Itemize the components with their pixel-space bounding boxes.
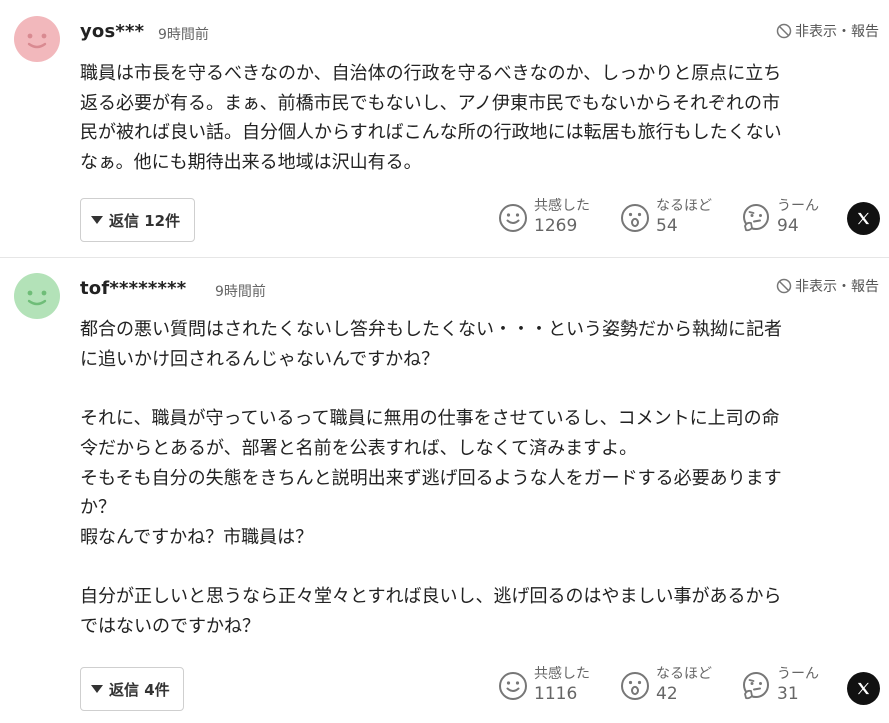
comment-line: ではないのですかね？ (80, 616, 260, 637)
comment-line: 職員は市長を守るべきなのか、自治体の行政を守るべきなのか、しっかりと原点に立ち (80, 63, 782, 84)
timestamp: 9時間前 (158, 27, 209, 43)
share-x-button[interactable] (847, 202, 880, 235)
comment-line: それに、職員が守っているって職員に無用の仕事をさせているし、コメントに上司の命 (80, 408, 780, 430)
comment-line: に追いかけ回されるんじゃないんですかね？ (80, 348, 440, 370)
reaction-insight-button[interactable]: なるほど 54 (620, 197, 712, 237)
hide-report-label: 非表示・報告 (795, 24, 879, 40)
comment-line: なぁ。他にも期待出来る地域は沢山有る。 (80, 152, 422, 174)
thinking-face-icon (743, 204, 769, 232)
surprised-face-icon (621, 672, 649, 700)
comment-paragraph: 自分が正しいと思うなら正々堂々とすれば良いし、逃げ回るのはやましい事があるから … (80, 582, 880, 641)
reaction-label: うーん (777, 666, 819, 682)
avatar (14, 16, 60, 62)
reaction-label: うーん (777, 198, 819, 214)
reaction-count: 1116 (534, 684, 578, 704)
comment-line: 令だからとあるが、部署と名前を公表すれば、しなくて済みますよ。 (80, 437, 638, 459)
reaction-count: 1269 (534, 216, 578, 236)
reply-toggle-button[interactable]: 返信 4件 (80, 667, 184, 711)
username[interactable]: yos*** (80, 21, 144, 42)
surprised-face-icon (621, 204, 649, 232)
reaction-count: 54 (656, 216, 678, 236)
reply-label: 返信 4件 (109, 680, 170, 699)
comment-line: 民が被れば良い話。自分個人からすればこんな所の行政地には転居も旅行もしたくない (80, 122, 782, 144)
reaction-hmm-button[interactable]: うーん 31 (741, 665, 819, 705)
smile-avatar-icon (27, 33, 47, 49)
comment-line: 自分が正しいと思うなら正々堂々とすれば良いし、逃げ回るのはやましい事があるから (80, 586, 782, 608)
reaction-count: 31 (777, 684, 799, 704)
comment-paragraph: 都合の悪い質問はされたくないし答弁もしたくない・・・という姿勢だから執拗に記者 … (80, 315, 880, 374)
reaction-agree-button[interactable]: 共感した 1269 (498, 197, 590, 237)
comment-paragraph: それに、職員が守っているって職員に無用の仕事をさせているし、コメントに上司の命 … (80, 404, 880, 553)
reaction-insight-button[interactable]: なるほど 42 (620, 665, 712, 705)
comment-body: 職員は市長を守るべきなのか、自治体の行政を守るべきなのか、しっかりと原点に立ち … (80, 59, 880, 178)
hide-report-link[interactable]: 非表示・報告 (776, 21, 879, 41)
reply-label: 返信 12件 (109, 211, 181, 230)
smile-face-icon (499, 204, 527, 232)
reaction-hmm-button[interactable]: うーん 94 (741, 197, 819, 237)
comment-line: そもそも自分の失態をきちんと説明出来ず逃げ回るような人をガードする必要あります (80, 467, 782, 489)
reaction-label: なるほど (656, 198, 712, 214)
comment-line: 暇なんですかね？市職員は？ (80, 526, 314, 548)
avatar (14, 273, 60, 319)
username[interactable]: tof******** (80, 278, 186, 299)
comment-body: 都合の悪い質問はされたくないし答弁もしたくない・・・という姿勢だから執拗に記者 … (80, 315, 880, 642)
comment-line: 返る必要が有る。まぁ、前橋市民でもないし、アノ伊東市民でもないからそれぞれの市 (80, 92, 781, 114)
reaction-label: 共感した (534, 666, 590, 682)
caret-down-icon (91, 216, 103, 224)
comment-item: tof******** 9時間前 非表示・報告 都合の悪い質問はされたくないし答… (0, 257, 889, 723)
reaction-label: なるほど (656, 666, 712, 682)
comment-paragraph: 職員は市長を守るべきなのか、自治体の行政を守るべきなのか、しっかりと原点に立ち … (80, 59, 880, 178)
timestamp: 9時間前 (215, 284, 266, 300)
caret-down-icon (91, 685, 103, 693)
reaction-label: 共感した (534, 198, 590, 214)
thinking-face-icon (743, 672, 769, 700)
reaction-agree-button[interactable]: 共感した 1116 (498, 665, 590, 705)
share-x-button[interactable] (847, 672, 880, 705)
smile-face-icon (499, 672, 527, 700)
comment-line: 都合の悪い質問はされたくないし答弁もしたくない・・・という姿勢だから執拗に記者 (80, 319, 782, 340)
reaction-count: 94 (777, 216, 799, 236)
prohibit-icon (776, 23, 792, 39)
comment-item: yos*** 9時間前 非表示・報告 職員は市長を守るべきなのか、自治体の行政を… (0, 0, 889, 257)
reaction-count: 42 (656, 684, 678, 704)
smile-avatar-icon (27, 290, 47, 306)
comment-line: か？ (80, 497, 116, 519)
x-logo-icon (857, 212, 870, 225)
hide-report-label: 非表示・報告 (795, 279, 879, 295)
x-logo-icon (857, 682, 870, 695)
prohibit-icon (776, 278, 792, 294)
hide-report-link[interactable]: 非表示・報告 (776, 276, 879, 296)
reply-toggle-button[interactable]: 返信 12件 (80, 198, 195, 242)
